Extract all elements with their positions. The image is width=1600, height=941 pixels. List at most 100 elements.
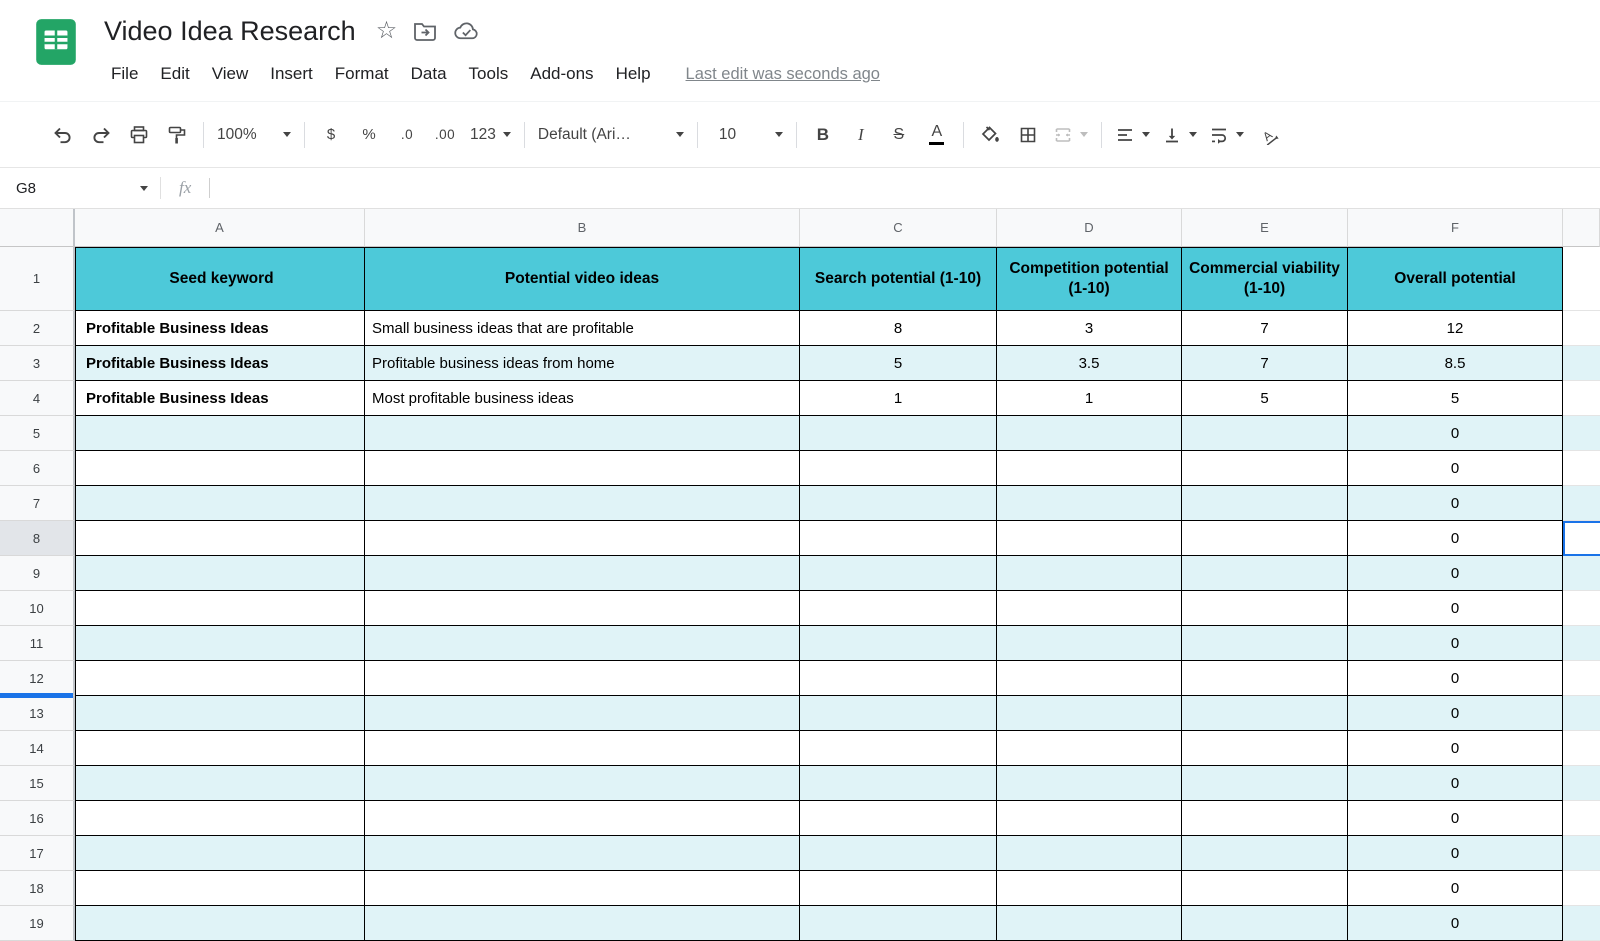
cell-E3[interactable]: 7 <box>1182 346 1348 381</box>
cell-B3[interactable]: Profitable business ideas from home <box>365 346 800 381</box>
cell-C16[interactable] <box>800 801 997 836</box>
star-icon[interactable]: ☆ <box>376 19 398 43</box>
cell-C3[interactable]: 5 <box>800 346 997 381</box>
cell-A8[interactable] <box>75 521 365 556</box>
cell-E19[interactable] <box>1182 906 1348 941</box>
menu-view[interactable]: View <box>201 59 260 89</box>
row-header-1[interactable]: 1 <box>0 247 75 311</box>
cell-A5[interactable] <box>75 416 365 451</box>
horizontal-align-button[interactable] <box>1109 116 1156 154</box>
menu-help[interactable]: Help <box>605 59 662 89</box>
cell-F12[interactable]: 0 <box>1348 661 1563 696</box>
cell-E6[interactable] <box>1182 451 1348 486</box>
cell-E17[interactable] <box>1182 836 1348 871</box>
header-cell[interactable]: Potential video ideas <box>365 247 800 311</box>
header-cell[interactable]: Commercial viability (1-10) <box>1182 247 1348 311</box>
row-header-17[interactable]: 17 <box>0 836 75 871</box>
cell-D8[interactable] <box>997 521 1182 556</box>
cell-B17[interactable] <box>365 836 800 871</box>
cloud-status-icon[interactable] <box>453 21 480 41</box>
font-select[interactable]: Default (Ari… <box>532 116 690 154</box>
row-header-2[interactable]: 2 <box>0 311 75 346</box>
column-header-C[interactable]: C <box>800 209 997 247</box>
cell-F15[interactable]: 0 <box>1348 766 1563 801</box>
column-header-D[interactable]: D <box>997 209 1182 247</box>
cell-E10[interactable] <box>1182 591 1348 626</box>
cell-D15[interactable] <box>997 766 1182 801</box>
cell-A12[interactable] <box>75 661 365 696</box>
cell-B13[interactable] <box>365 696 800 731</box>
cell-B14[interactable] <box>365 731 800 766</box>
row-header-11[interactable]: 11 <box>0 626 75 661</box>
cell-D9[interactable] <box>997 556 1182 591</box>
cell-D6[interactable] <box>997 451 1182 486</box>
cell-A18[interactable] <box>75 871 365 906</box>
cell-C11[interactable] <box>800 626 997 661</box>
print-button[interactable] <box>120 116 158 154</box>
cell-F18[interactable]: 0 <box>1348 871 1563 906</box>
cell-B18[interactable] <box>365 871 800 906</box>
cell-D7[interactable] <box>997 486 1182 521</box>
cell-D13[interactable] <box>997 696 1182 731</box>
cell-D14[interactable] <box>997 731 1182 766</box>
header-cell[interactable]: Competition potential (1-10) <box>997 247 1182 311</box>
row-header-7[interactable]: 7 <box>0 486 75 521</box>
cell-A16[interactable] <box>75 801 365 836</box>
cell-F17[interactable]: 0 <box>1348 836 1563 871</box>
cell-D10[interactable] <box>997 591 1182 626</box>
menu-insert[interactable]: Insert <box>259 59 324 89</box>
cell-C2[interactable]: 8 <box>800 311 997 346</box>
cell-A9[interactable] <box>75 556 365 591</box>
document-title[interactable]: Video Idea Research <box>100 14 360 49</box>
cell-F10[interactable]: 0 <box>1348 591 1563 626</box>
row-header-13[interactable]: 13 <box>0 696 75 731</box>
cell-C8[interactable] <box>800 521 997 556</box>
row-header-9[interactable]: 9 <box>0 556 75 591</box>
cell-B11[interactable] <box>365 626 800 661</box>
cell-C10[interactable] <box>800 591 997 626</box>
cell-E5[interactable] <box>1182 416 1348 451</box>
row-header-15[interactable]: 15 <box>0 766 75 801</box>
cell-A3[interactable]: Profitable Business Ideas <box>75 346 365 381</box>
cell-B2[interactable]: Small business ideas that are profitable <box>365 311 800 346</box>
row-header-6[interactable]: 6 <box>0 451 75 486</box>
text-color-button[interactable]: A <box>918 116 956 154</box>
cell-F14[interactable]: 0 <box>1348 731 1563 766</box>
row-header-12[interactable]: 12 <box>0 661 75 698</box>
cell-F9[interactable]: 0 <box>1348 556 1563 591</box>
fill-color-button[interactable] <box>971 116 1009 154</box>
cell-E15[interactable] <box>1182 766 1348 801</box>
format-percent-button[interactable]: % <box>350 116 388 154</box>
cell-A19[interactable] <box>75 906 365 941</box>
cell-A15[interactable] <box>75 766 365 801</box>
cell-C15[interactable] <box>800 766 997 801</box>
cell-D16[interactable] <box>997 801 1182 836</box>
cell-F6[interactable]: 0 <box>1348 451 1563 486</box>
header-cell[interactable]: Search potential (1-10) <box>800 247 997 311</box>
cell-E12[interactable] <box>1182 661 1348 696</box>
menu-format[interactable]: Format <box>324 59 400 89</box>
cell-B16[interactable] <box>365 801 800 836</box>
increase-decimal-button[interactable]: .00 <box>426 116 464 154</box>
cell-B5[interactable] <box>365 416 800 451</box>
cell-F2[interactable]: 12 <box>1348 311 1563 346</box>
menu-edit[interactable]: Edit <box>149 59 200 89</box>
name-box[interactable]: G8 <box>0 168 160 208</box>
italic-button[interactable]: I <box>842 116 880 154</box>
cell-F3[interactable]: 8.5 <box>1348 346 1563 381</box>
cell-A4[interactable]: Profitable Business Ideas <box>75 381 365 416</box>
cell-E18[interactable] <box>1182 871 1348 906</box>
cell-A2[interactable]: Profitable Business Ideas <box>75 311 365 346</box>
cell-C5[interactable] <box>800 416 997 451</box>
cell-C19[interactable] <box>800 906 997 941</box>
cell-E11[interactable] <box>1182 626 1348 661</box>
cell-F8[interactable]: 0 <box>1348 521 1563 556</box>
cell-A10[interactable] <box>75 591 365 626</box>
row-header-18[interactable]: 18 <box>0 871 75 906</box>
menu-add-ons[interactable]: Add-ons <box>519 59 604 89</box>
format-currency-button[interactable]: $ <box>312 116 350 154</box>
row-header-10[interactable]: 10 <box>0 591 75 626</box>
row-header-19[interactable]: 19 <box>0 906 75 941</box>
cell-B12[interactable] <box>365 661 800 696</box>
cell-C14[interactable] <box>800 731 997 766</box>
